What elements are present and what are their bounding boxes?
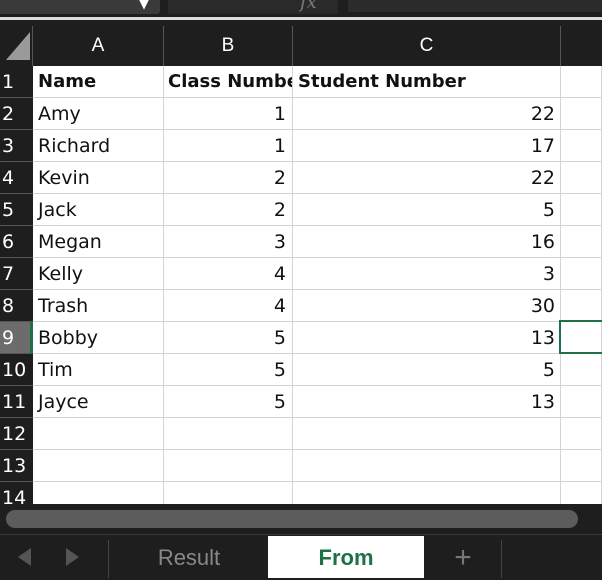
column-header-d[interactable] xyxy=(561,26,602,66)
active-cell-d9[interactable] xyxy=(559,320,602,354)
horizontal-scrollbar[interactable] xyxy=(6,510,578,528)
cell-c3[interactable]: 17 xyxy=(293,130,561,162)
tab-divider xyxy=(108,540,109,578)
cell-b14[interactable] xyxy=(164,482,293,504)
cell-c9[interactable]: 13 xyxy=(293,322,561,354)
cell-d13[interactable] xyxy=(561,450,602,482)
cell-d7[interactable] xyxy=(561,258,602,290)
row-header-10[interactable]: 10 xyxy=(0,354,33,386)
cell-d10[interactable] xyxy=(561,354,602,386)
cell-d6[interactable] xyxy=(561,226,602,258)
next-sheet-icon[interactable] xyxy=(66,548,79,566)
tab-divider xyxy=(501,540,502,578)
toolbar-divider xyxy=(0,17,602,20)
add-sheet-button[interactable]: + xyxy=(425,536,501,578)
row-header-9[interactable]: 9 xyxy=(0,322,33,354)
tab-from[interactable]: From xyxy=(268,536,424,578)
cell-a12[interactable] xyxy=(33,418,164,450)
cell-b5[interactable]: 2 xyxy=(164,194,293,226)
cell-a4[interactable]: Kevin xyxy=(33,162,164,194)
cell-d14[interactable] xyxy=(561,482,602,504)
cell-b13[interactable] xyxy=(164,450,293,482)
cell-b2[interactable]: 1 xyxy=(164,98,293,130)
cell-a13[interactable] xyxy=(33,450,164,482)
cell-a9[interactable]: Bobby xyxy=(33,322,164,354)
cell-b1[interactable]: Class Number xyxy=(164,66,293,98)
cell-a1[interactable]: Name xyxy=(33,66,164,98)
cell-c4[interactable]: 22 xyxy=(293,162,561,194)
cell-c10[interactable]: 5 xyxy=(293,354,561,386)
cell-c11[interactable]: 13 xyxy=(293,386,561,418)
cell-d11[interactable] xyxy=(561,386,602,418)
cell-b12[interactable] xyxy=(164,418,293,450)
cell-b9[interactable]: 5 xyxy=(164,322,293,354)
cell-c8[interactable]: 30 xyxy=(293,290,561,322)
cell-a7[interactable]: Kelly xyxy=(33,258,164,290)
cell-c7[interactable]: 3 xyxy=(293,258,561,290)
cell-a3[interactable]: Richard xyxy=(33,130,164,162)
column-header-b[interactable]: B xyxy=(164,26,293,66)
row-header-14[interactable]: 14 xyxy=(0,482,33,504)
cell-d8[interactable] xyxy=(561,290,602,322)
row-header-5[interactable]: 5 xyxy=(0,194,33,226)
row-header-4[interactable]: 4 xyxy=(0,162,33,194)
cell-d12[interactable] xyxy=(561,418,602,450)
cell-a5[interactable]: Jack xyxy=(33,194,164,226)
row-header-13[interactable]: 13 xyxy=(0,450,33,482)
row-header-6[interactable]: 6 xyxy=(0,226,33,258)
cell-b11[interactable]: 5 xyxy=(164,386,293,418)
cell-b6[interactable]: 3 xyxy=(164,226,293,258)
cell-c1[interactable]: Student Number xyxy=(293,66,561,98)
tab-result[interactable]: Result xyxy=(110,536,268,578)
cell-c6[interactable]: 16 xyxy=(293,226,561,258)
cell-a10[interactable]: Tim xyxy=(33,354,164,386)
cell-b3[interactable]: 1 xyxy=(164,130,293,162)
select-all-icon xyxy=(6,32,30,60)
cell-b7[interactable]: 4 xyxy=(164,258,293,290)
cell-c2[interactable]: 22 xyxy=(293,98,561,130)
cell-a2[interactable]: Amy xyxy=(33,98,164,130)
cell-d3[interactable] xyxy=(561,130,602,162)
cell-a11[interactable]: Jayce xyxy=(33,386,164,418)
cell-d2[interactable] xyxy=(561,98,602,130)
cell-d1[interactable] xyxy=(561,66,602,98)
row-header-8[interactable]: 8 xyxy=(0,290,33,322)
cell-a14[interactable] xyxy=(33,482,164,504)
cell-b4[interactable]: 2 xyxy=(164,162,293,194)
row-header-1[interactable]: 1 xyxy=(0,66,33,98)
cell-c5[interactable]: 5 xyxy=(293,194,561,226)
cell-a8[interactable]: Trash xyxy=(33,290,164,322)
column-header-a[interactable]: A xyxy=(33,26,164,66)
fx-icon[interactable]: fx xyxy=(300,0,330,13)
spreadsheet-grid: A B C 1NameClass NumberStudent Number2Am… xyxy=(0,26,602,504)
cell-d4[interactable] xyxy=(561,162,602,194)
row-header-2[interactable]: 2 xyxy=(0,98,33,130)
name-box-dropdown-icon[interactable]: ▼ xyxy=(132,0,156,14)
row-header-11[interactable]: 11 xyxy=(0,386,33,418)
row-header-12[interactable]: 12 xyxy=(0,418,33,450)
row-header-3[interactable]: 3 xyxy=(0,130,33,162)
formula-input[interactable] xyxy=(348,0,602,12)
cell-c12[interactable] xyxy=(293,418,561,450)
cell-a6[interactable]: Megan xyxy=(33,226,164,258)
cell-b8[interactable]: 4 xyxy=(164,290,293,322)
cell-c14[interactable] xyxy=(293,482,561,504)
column-header-c[interactable]: C xyxy=(293,26,561,66)
cell-c13[interactable] xyxy=(293,450,561,482)
previous-sheet-icon[interactable] xyxy=(18,548,31,566)
cell-b10[interactable]: 5 xyxy=(164,354,293,386)
row-header-7[interactable]: 7 xyxy=(0,258,33,290)
cell-d5[interactable] xyxy=(561,194,602,226)
